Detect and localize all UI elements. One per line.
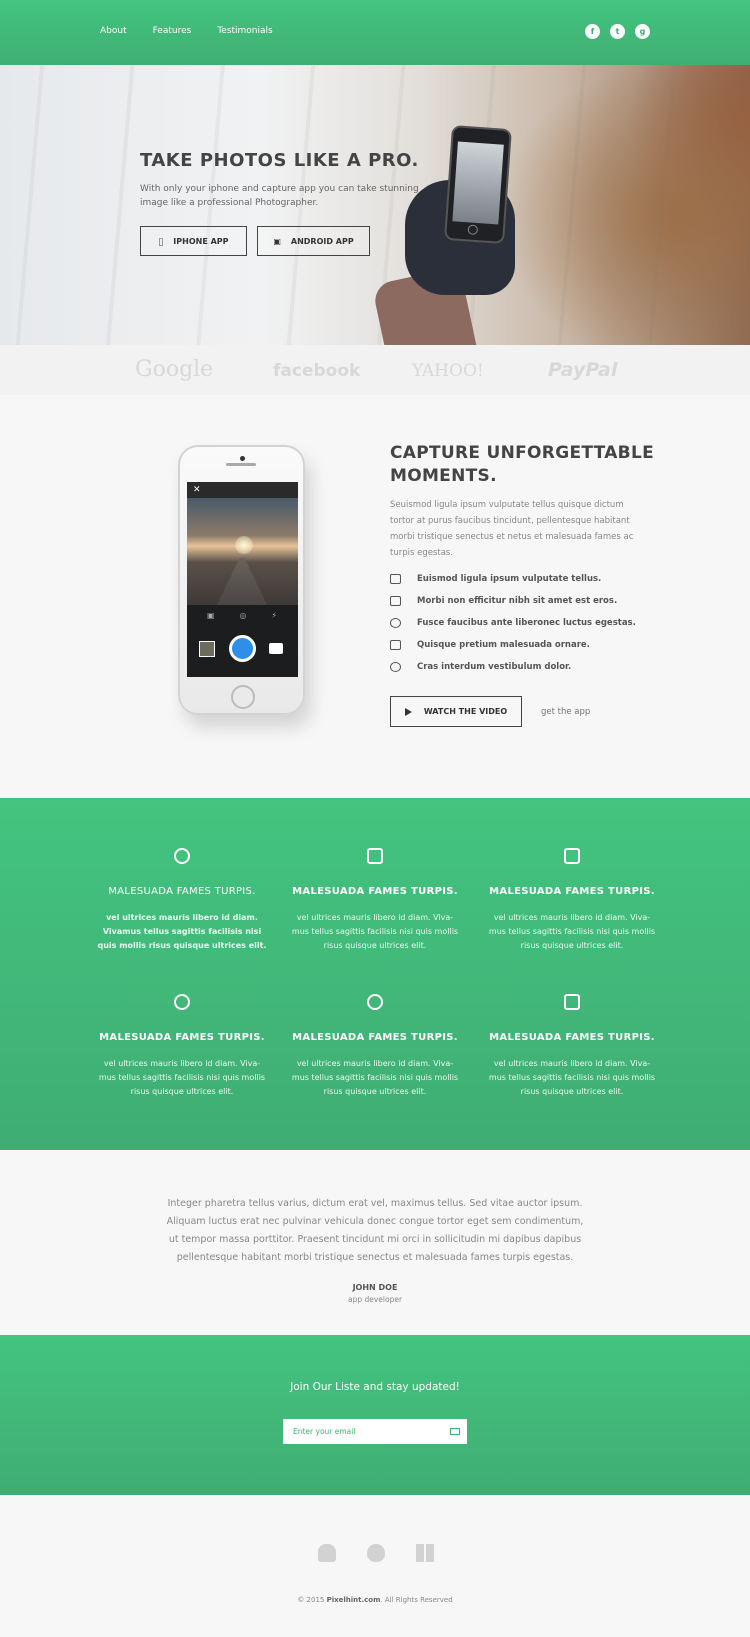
hero-text: With only your iphone and capture app yo…	[140, 184, 419, 208]
capture-title: CAPTURE UNFORGETTABLE MOMENTS.	[390, 443, 654, 486]
capture-section: ✕ ▣ ◎ ⚡ CAPTURE UNFORGETTABLE MOMENTS. S…	[0, 395, 750, 798]
play-icon	[404, 707, 412, 716]
feature-text: vel ultrices mauris libero id diam. Viva…	[291, 913, 459, 950]
shapes-icon	[174, 848, 190, 864]
camera-preview-image	[187, 498, 298, 605]
envelope-icon	[450, 1428, 460, 1435]
platform-icons	[318, 1544, 434, 1562]
grid-icon: ▣	[207, 611, 215, 620]
image-icon	[390, 640, 401, 650]
feature-text: vel ultrices mauris libero id diam. Viva…	[488, 913, 656, 950]
iphone-screen: ✕ ▣ ◎ ⚡	[187, 482, 298, 677]
footer: © 2015 Pixelhint.com. All Rights Reserve…	[0, 1495, 750, 1637]
iphone-app-button[interactable]:  IPHONE APP	[140, 226, 247, 256]
apple-icon: 	[158, 237, 163, 246]
eye-icon	[390, 618, 401, 628]
feature-text: vel ultrices mauris libero id diam. Viva…	[97, 913, 267, 950]
nav-features[interactable]: Features	[153, 26, 192, 36]
feature-title: MALESUADA FAMES TURPIS.	[489, 1032, 655, 1043]
iphone-mockup: ✕ ▣ ◎ ⚡	[178, 445, 305, 715]
copyright: © 2015 Pixelhint.com. All Rights Reserve…	[297, 1596, 453, 1604]
android-icon: ▣	[273, 236, 281, 246]
list-item: Fusce faucibus ante liberonec luctus ege…	[390, 612, 636, 634]
feature-card: MALESUADA FAMES TURPIS. vel ultrices mau…	[487, 994, 657, 1099]
feature-card: MALESUADA FAMES TURPIS. vel ultrices mau…	[97, 848, 267, 953]
watch-video-button[interactable]: WATCH THE VIDEO	[390, 696, 522, 727]
inbox-icon	[564, 848, 580, 864]
feature-title: MALESUADA FAMES TURPIS.	[108, 886, 256, 897]
facebook-icon[interactable]: f	[585, 24, 600, 39]
watch-video-label: WATCH THE VIDEO	[423, 707, 508, 716]
twitter-icon[interactable]: t	[610, 24, 625, 39]
header: About Features Testimonials f t g	[0, 0, 750, 65]
gallery-thumb	[199, 641, 215, 657]
list-item: Quisque pretium malesuada ornare.	[390, 634, 636, 656]
newsletter-title: Join Our Liste and stay updated!	[290, 1381, 460, 1393]
home-button	[231, 685, 255, 709]
focus-icon: ◎	[239, 611, 247, 620]
email-input[interactable]	[283, 1419, 443, 1444]
printer-icon	[564, 994, 580, 1010]
list-item: Cras interdum vestibulum dolor.	[390, 656, 636, 678]
feature-title: MALESUADA FAMES TURPIS.	[292, 886, 458, 897]
google-logo: Google	[135, 357, 214, 382]
feature-title: MALESUADA FAMES TURPIS.	[489, 886, 655, 897]
capture-text: Seuismod ligula ipsum vulputate tellus q…	[390, 500, 634, 558]
camera-icon	[390, 574, 401, 584]
testimonial-role: app developer	[347, 1295, 403, 1304]
subscribe-button[interactable]	[443, 1419, 467, 1444]
feature-title: MALESUADA FAMES TURPIS.	[99, 1032, 265, 1043]
video-icon	[269, 643, 283, 654]
main-nav: About Features Testimonials	[100, 26, 273, 36]
apple-icon[interactable]	[367, 1544, 385, 1562]
windows-icon[interactable]	[416, 1544, 434, 1562]
close-icon: ✕	[187, 482, 298, 498]
yahoo-logo: YAHOO!	[412, 361, 484, 381]
nav-testimonials[interactable]: Testimonials	[217, 26, 272, 36]
gear-icon	[367, 994, 383, 1010]
testimonial-quote: Integer pharetra tellus varius, dictum e…	[166, 1198, 584, 1263]
camera-controls: ▣ ◎ ⚡	[187, 605, 298, 677]
flash-icon: ⚡	[271, 611, 277, 620]
features-section: MALESUADA FAMES TURPIS. vel ultrices mau…	[0, 798, 750, 1150]
feature-text: vel ultrices mauris libero id diam. Viva…	[291, 1059, 459, 1096]
nav-about[interactable]: About	[100, 26, 127, 36]
hero-title: TAKE PHOTOS LIKE A PRO.	[140, 150, 419, 171]
partner-logos: Google facebook YAHOO! PayPal	[0, 345, 750, 395]
video-camera-icon	[390, 596, 401, 606]
image-icon	[367, 848, 383, 864]
iphone-app-label: IPHONE APP	[170, 236, 228, 246]
facebook-logo: facebook	[273, 361, 361, 381]
android-app-label: ANDROID APP	[290, 236, 354, 246]
android-app-button[interactable]: ▣ ANDROID APP	[257, 226, 370, 256]
feature-card: MALESUADA FAMES TURPIS. vel ultrices mau…	[97, 994, 267, 1099]
feature-card: MALESUADA FAMES TURPIS. vel ultrices mau…	[290, 848, 460, 953]
testimonial-section: Integer pharetra tellus varius, dictum e…	[0, 1150, 750, 1335]
newsletter-section: Join Our Liste and stay updated!	[0, 1335, 750, 1495]
location-pin-icon	[390, 662, 401, 672]
feature-text: vel ultrices mauris libero id diam. Viva…	[488, 1059, 656, 1096]
testimonial-author: JOHN DOE	[352, 1283, 398, 1292]
chat-bubbles-icon	[174, 994, 190, 1010]
copyright-brand: Pixelhint.com	[326, 1596, 381, 1604]
list-item: Euismod ligula ipsum vulputate tellus.	[390, 568, 636, 590]
shutter-button	[229, 635, 256, 662]
feature-card: MALESUADA FAMES TURPIS. vel ultrices mau…	[487, 848, 657, 953]
paypal-logo: PayPal	[548, 359, 618, 381]
newsletter-form	[283, 1419, 467, 1444]
get-the-app-link[interactable]: get the app	[541, 707, 590, 717]
hero-phone-image	[444, 125, 512, 244]
social-links: f t g	[585, 24, 650, 39]
feature-title: MALESUADA FAMES TURPIS.	[292, 1032, 458, 1043]
google-plus-icon[interactable]: g	[635, 24, 650, 39]
feature-list: Euismod ligula ipsum vulputate tellus. M…	[390, 568, 636, 678]
feature-card: MALESUADA FAMES TURPIS. vel ultrices mau…	[290, 994, 460, 1099]
feature-text: vel ultrices mauris libero id diam. Viva…	[98, 1059, 266, 1096]
list-item: Morbi non efficitur nibh sit amet est er…	[390, 590, 636, 612]
android-icon[interactable]	[318, 1544, 336, 1562]
